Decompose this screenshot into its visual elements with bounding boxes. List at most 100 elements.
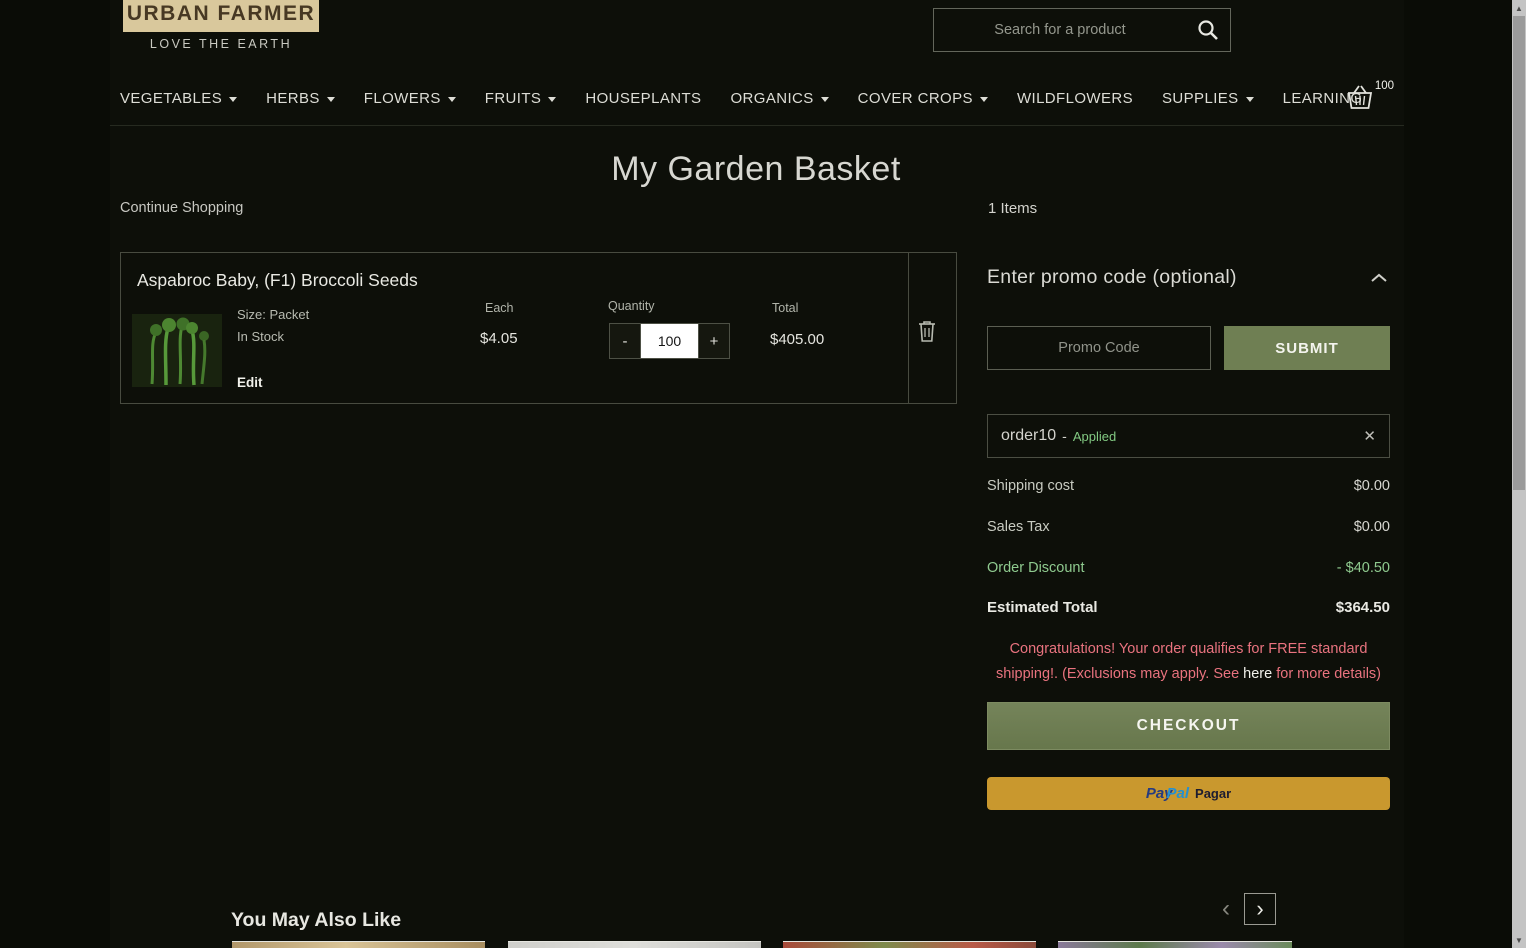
paypal-pagar-label: Pagar xyxy=(1195,786,1232,801)
summary-value: $364.50 xyxy=(1335,599,1390,616)
promo-submit-button[interactable]: SUBMIT xyxy=(1224,326,1390,370)
promo-title: Enter promo code (optional) xyxy=(987,266,1237,288)
recommended-product-card[interactable] xyxy=(232,941,485,948)
chevron-down-icon xyxy=(229,96,238,102)
remove-promo-button[interactable]: ✕ xyxy=(1363,427,1376,445)
paypal-button[interactable]: PayPal Pagar xyxy=(987,777,1390,810)
applied-promo-box: order10 - Applied ✕ xyxy=(987,414,1390,458)
chevron-up-icon xyxy=(1370,272,1388,284)
search-button[interactable] xyxy=(1186,9,1230,51)
scrollbar-down-arrow[interactable]: ▼ xyxy=(1512,932,1526,948)
applied-promo-dash: - xyxy=(1062,428,1067,444)
summary-row-tax: Sales Tax $0.00 xyxy=(987,519,1390,535)
brand-logo[interactable]: URBAN FARMER xyxy=(123,0,319,32)
summary-row-discount: Order Discount - $40.50 xyxy=(987,560,1390,576)
summary-label: Order Discount xyxy=(987,560,1085,576)
promo-code-input[interactable] xyxy=(987,326,1211,370)
item-thumbnail[interactable] xyxy=(132,314,222,387)
nav-label: HERBS xyxy=(266,89,320,107)
recommended-product-card[interactable] xyxy=(783,941,1036,948)
cart-page: URBAN FARMER LOVE THE EARTH VEGETABLES H… xyxy=(0,0,1526,948)
summary-value: $0.00 xyxy=(1353,478,1390,494)
brand-name: URBAN FARMER xyxy=(126,2,316,25)
summary-value: - $40.50 xyxy=(1336,560,1390,576)
page-title: My Garden Basket xyxy=(611,150,901,188)
nav-item-houseplants[interactable]: HOUSEPLANTS xyxy=(585,90,701,107)
quantity-label: Quantity xyxy=(608,299,655,313)
each-label: Each xyxy=(485,301,514,315)
item-name[interactable]: Aspabroc Baby, (F1) Broccoli Seeds xyxy=(137,270,418,291)
applied-promo-status: Applied xyxy=(1072,428,1117,444)
each-price: $4.05 xyxy=(480,330,518,347)
note-line1: Congratulations! Your order qualifies fo… xyxy=(1009,641,1368,657)
nav-item-flowers[interactable]: FLOWERS xyxy=(364,90,456,107)
chevron-down-icon xyxy=(820,96,829,102)
promo-collapse-button[interactable] xyxy=(1368,270,1390,286)
nav-label: SUPPLIES xyxy=(1162,89,1239,107)
chevron-down-icon xyxy=(447,96,456,102)
nav-item-supplies[interactable]: SUPPLIES xyxy=(1162,90,1254,107)
nav-item-cover-crops[interactable]: COVER CROPS xyxy=(858,90,988,107)
summary-label: Sales Tax xyxy=(987,519,1050,535)
search-input[interactable] xyxy=(934,22,1186,38)
nav-label: FLOWERS xyxy=(363,89,441,107)
cart-button[interactable]: 100 xyxy=(1346,80,1394,118)
chevron-down-icon xyxy=(979,96,988,102)
chevron-down-icon xyxy=(548,96,557,102)
chevron-down-icon xyxy=(1245,96,1254,102)
note-line2: shipping!. (Exclusions may apply. See xyxy=(996,666,1244,682)
scrollbar-thumb[interactable] xyxy=(1513,16,1525,490)
summary-row-estimated-total: Estimated Total $364.50 xyxy=(987,599,1390,616)
nav-item-organics[interactable]: ORGANICS xyxy=(730,89,829,107)
nav-label: HOUSEPLANTS xyxy=(585,89,702,107)
chevron-down-icon xyxy=(326,96,335,102)
note-line2-end: for more details) xyxy=(1272,666,1381,682)
nav-label: WILDFLOWERS xyxy=(1016,89,1134,107)
details-here-link[interactable]: here xyxy=(1243,666,1272,682)
carousel-next-button[interactable]: › xyxy=(1244,893,1276,925)
scrollbar-up-arrow[interactable]: ▲ xyxy=(1512,0,1526,16)
item-stock-status: In Stock xyxy=(237,329,284,344)
promo-section-header: Enter promo code (optional) xyxy=(987,266,1390,289)
item-total: $405.00 xyxy=(770,331,825,348)
summary-value: $0.00 xyxy=(1353,519,1390,535)
summary-row-shipping: Shipping cost $0.00 xyxy=(987,478,1390,494)
nav-label: VEGETABLES xyxy=(120,89,223,107)
quantity-increase-button[interactable]: + xyxy=(698,323,730,359)
card-divider xyxy=(908,253,909,403)
nav-item-herbs[interactable]: HERBS xyxy=(266,90,335,107)
summary-label: Shipping cost xyxy=(987,478,1075,494)
applied-promo-code: order10 xyxy=(1001,427,1057,444)
total-label: Total xyxy=(772,301,799,315)
continue-shopping-link[interactable]: Continue Shopping xyxy=(120,200,243,216)
item-size: Size: Packet xyxy=(237,307,310,322)
carousel-prev-button[interactable]: ‹ xyxy=(1211,893,1241,925)
nav-label: COVER CROPS xyxy=(857,89,973,107)
quantity-decrease-button[interactable]: - xyxy=(609,323,641,359)
nav-item-fruits[interactable]: FRUITS xyxy=(485,90,557,107)
checkout-button[interactable]: CHECKOUT xyxy=(987,702,1390,750)
paypal-logo: PayPal xyxy=(1145,785,1190,802)
free-shipping-message: Congratulations! Your order qualifies fo… xyxy=(987,637,1390,687)
search-box xyxy=(933,8,1231,52)
quantity-input[interactable] xyxy=(641,323,698,359)
brand-tagline: LOVE THE EARTH xyxy=(149,37,293,51)
recommended-product-card[interactable] xyxy=(1058,941,1292,948)
trash-icon xyxy=(916,319,951,343)
nav-item-vegetables[interactable]: VEGETABLES xyxy=(120,89,238,107)
cart-count-badge: 100 xyxy=(1374,80,1394,92)
main-nav: VEGETABLES HERBS FLOWERS FRUITS HOUSEPLA… xyxy=(120,84,1362,112)
quantity-stepper: - + xyxy=(609,323,730,359)
search-icon xyxy=(1197,19,1219,41)
you-may-also-like-title: You May Also Like xyxy=(231,909,402,931)
edit-item-link[interactable]: Edit xyxy=(237,375,263,390)
remove-item-button[interactable] xyxy=(916,313,951,348)
recommended-product-card[interactable] xyxy=(508,941,761,948)
header-divider xyxy=(110,125,1404,126)
close-icon: ✕ xyxy=(1363,428,1376,445)
nav-label: FRUITS xyxy=(484,89,542,107)
summary-label: Estimated Total xyxy=(987,599,1098,616)
nav-item-wildflowers[interactable]: WILDFLOWERS xyxy=(1017,90,1133,107)
nav-label: ORGANICS xyxy=(730,89,814,107)
page-scrollbar[interactable]: ▲ ▼ xyxy=(1512,0,1526,948)
